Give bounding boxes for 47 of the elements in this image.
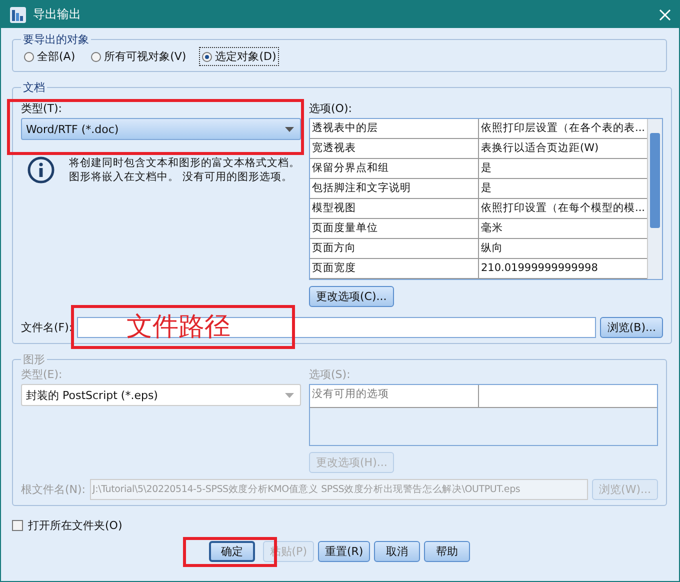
- info-icon: [27, 156, 55, 184]
- option-name-cell: 页面度量单位: [310, 219, 479, 238]
- dialog-button[interactable]: 确定: [208, 541, 255, 562]
- option-name-cell: 包括脚注和文字说明: [310, 179, 479, 198]
- dialog-button[interactable]: 帮助: [424, 541, 470, 562]
- open-folder-checkbox[interactable]: 打开所在文件夹(O): [12, 518, 122, 533]
- option-value-cell[interactable]: 毫米: [479, 219, 648, 238]
- root-file-name-label: 根文件名(N):: [21, 482, 86, 497]
- radio-option[interactable]: 全部(A): [21, 47, 78, 66]
- group-legend: 要导出的对象: [21, 32, 91, 47]
- option-value-cell[interactable]: 表换行以适合页边距(W): [479, 139, 648, 158]
- options-label: 选项(S):: [309, 367, 352, 382]
- type-label: 类型(T):: [21, 101, 64, 116]
- annotation-text: 文件路径: [126, 311, 231, 343]
- option-name-cell: 模型视图: [310, 199, 479, 218]
- change-options-button[interactable]: 更改选项(C)...: [309, 286, 394, 307]
- info-text: 图形将嵌入在文档中。 没有可用的图形选项。: [69, 170, 292, 184]
- option-value-cell[interactable]: 依照打印层设置（在各个表的表...: [479, 119, 648, 138]
- type-label: 类型(E):: [21, 367, 64, 382]
- option-name-cell: 宽透视表: [310, 139, 479, 158]
- radio-option[interactable]: 选定对象(D): [199, 47, 280, 66]
- radio-option[interactable]: 所有可视对象(V): [88, 47, 190, 66]
- type-dropdown[interactable]: Word/RTF (*.doc): [21, 118, 301, 140]
- option-value-cell[interactable]: 210.01999999999998: [479, 259, 648, 278]
- app-icon: [9, 6, 27, 24]
- option-name-cell: 透视表中的层: [310, 119, 479, 138]
- file-name-label: 文件名(F):: [21, 320, 73, 335]
- option-name-cell: 页面宽度: [310, 259, 479, 278]
- option-name-cell: 保留分界点和组: [310, 159, 479, 178]
- group-legend: 图形: [21, 352, 47, 367]
- option-value-cell[interactable]: 是: [479, 179, 648, 198]
- caret-icon: [285, 392, 294, 398]
- option-value-cell[interactable]: 纵向: [479, 239, 648, 258]
- option-value-cell[interactable]: 依照打印设置（在每个模型的模...: [479, 199, 648, 218]
- option-name-cell: 没有可用的选项: [310, 385, 479, 407]
- browse-button[interactable]: 浏览(B)...: [600, 317, 664, 338]
- window-title: 导出输出: [33, 6, 82, 23]
- dialog-button[interactable]: 重置(R): [318, 541, 370, 562]
- caret-icon: [285, 126, 294, 132]
- dialog-button[interactable]: 取消: [374, 541, 420, 562]
- options-label: 选项(O):: [309, 101, 353, 116]
- close-icon[interactable]: [659, 8, 671, 20]
- group-legend: 文档: [21, 80, 47, 95]
- info-text: 将创建同时包含文本和图形的富文本格式文档。: [69, 156, 300, 170]
- option-name-cell: 页面方向: [310, 239, 479, 258]
- option-value-cell[interactable]: 是: [479, 159, 648, 178]
- scrollbar[interactable]: [647, 119, 662, 279]
